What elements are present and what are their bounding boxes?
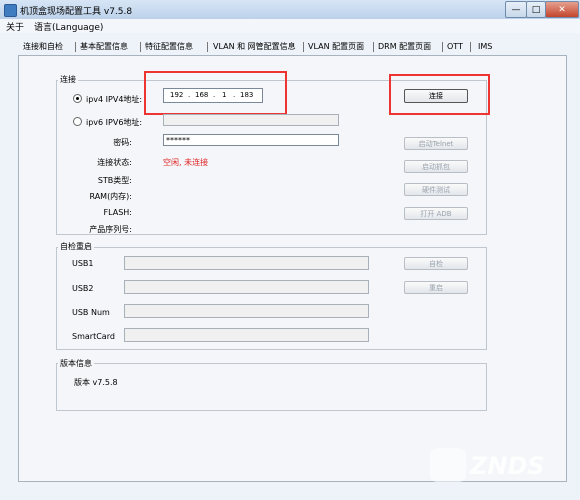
ipv6-address-input[interactable]	[163, 114, 339, 126]
version-group	[56, 363, 487, 411]
tv-logo-icon	[430, 448, 466, 482]
tab-separator	[442, 42, 443, 52]
tab-vlan-netmgmt[interactable]: VLAN 和 网管配置信息	[213, 40, 296, 54]
connect-highlight-box	[389, 74, 490, 115]
app-icon	[4, 4, 17, 17]
serial-number-label: 产品序列号:	[89, 225, 132, 234]
stb-type-label: STB类型:	[97, 176, 132, 185]
connect-group-legend: 连接	[58, 74, 78, 85]
ipv6-label: ipv6 IPV6地址:	[86, 118, 143, 127]
tab-separator	[470, 42, 471, 52]
tab-separator	[303, 42, 304, 52]
tab-vlan-page[interactable]: VLAN 配置页面	[308, 40, 364, 54]
open-adb-button[interactable]: 打开 ADB	[404, 207, 468, 220]
ipv6-radio[interactable]	[73, 117, 82, 126]
selfcheck-group-legend: 自检重启	[58, 241, 94, 252]
flash-label: FLASH:	[103, 208, 132, 217]
start-telnet-button[interactable]: 启动Telnet	[404, 137, 468, 150]
usb1-field	[124, 256, 369, 270]
self-check-button[interactable]: 自检	[404, 257, 468, 270]
maximize-button[interactable]: □	[526, 1, 546, 18]
title-bar: 机顶盒现场配置工具 v7.5.8 — □ ✕	[0, 0, 580, 19]
ipv4-radio[interactable]	[73, 94, 82, 103]
tab-ott[interactable]: OTT	[447, 40, 463, 54]
ipv4-label: ipv4 IPV4地址:	[86, 95, 143, 104]
tab-bar: 连接和自检 基本配置信息 特征配置信息 VLAN 和 网管配置信息 VLAN 配…	[20, 40, 520, 54]
ip-highlight-box	[144, 71, 287, 115]
status-label: 连接状态:	[97, 158, 132, 167]
tab-drm-page[interactable]: DRM 配置页面	[378, 40, 431, 54]
tab-separator	[75, 42, 76, 52]
start-capture-button[interactable]: 启动抓包	[404, 160, 468, 173]
ram-label: RAM(内存):	[89, 192, 132, 201]
znds-watermark: ZNDS	[430, 440, 570, 490]
version-text: 版本 v7.5.8	[74, 378, 118, 387]
smartcard-label: SmartCard	[72, 332, 115, 341]
usb2-label: USB2	[72, 284, 94, 293]
usb2-field	[124, 280, 369, 294]
tab-separator	[140, 42, 141, 52]
restart-button[interactable]: 重启	[404, 281, 468, 294]
tab-separator	[373, 42, 374, 52]
app-window: 机顶盒现场配置工具 v7.5.8 — □ ✕ 关于 语言(Language) 连…	[0, 0, 580, 500]
password-input[interactable]: ******	[163, 134, 339, 146]
tab-ims[interactable]: IMS	[478, 40, 492, 54]
status-value: 空闲, 未连接	[163, 158, 209, 167]
usb-num-field	[124, 304, 369, 318]
usb-num-label: USB Num	[72, 308, 110, 317]
menu-bar: 关于 语言(Language)	[0, 19, 580, 33]
hardware-test-button[interactable]: 硬件测试	[404, 183, 468, 196]
menu-about[interactable]: 关于	[6, 20, 24, 33]
version-group-legend: 版本信息	[58, 358, 94, 369]
tab-connect-selfcheck[interactable]: 连接和自检	[23, 40, 63, 54]
close-button[interactable]: ✕	[545, 1, 579, 18]
usb1-label: USB1	[72, 259, 94, 268]
watermark-text: ZNDS	[470, 452, 545, 480]
tab-basic-config[interactable]: 基本配置信息	[80, 40, 128, 54]
password-label: 密码:	[113, 138, 132, 147]
tab-feature-config[interactable]: 特征配置信息	[145, 40, 193, 54]
menu-language[interactable]: 语言(Language)	[34, 20, 103, 33]
tab-separator	[207, 42, 208, 52]
window-title: 机顶盒现场配置工具 v7.5.8	[20, 7, 133, 17]
smartcard-field	[124, 328, 369, 342]
minimize-button[interactable]: —	[505, 1, 527, 18]
